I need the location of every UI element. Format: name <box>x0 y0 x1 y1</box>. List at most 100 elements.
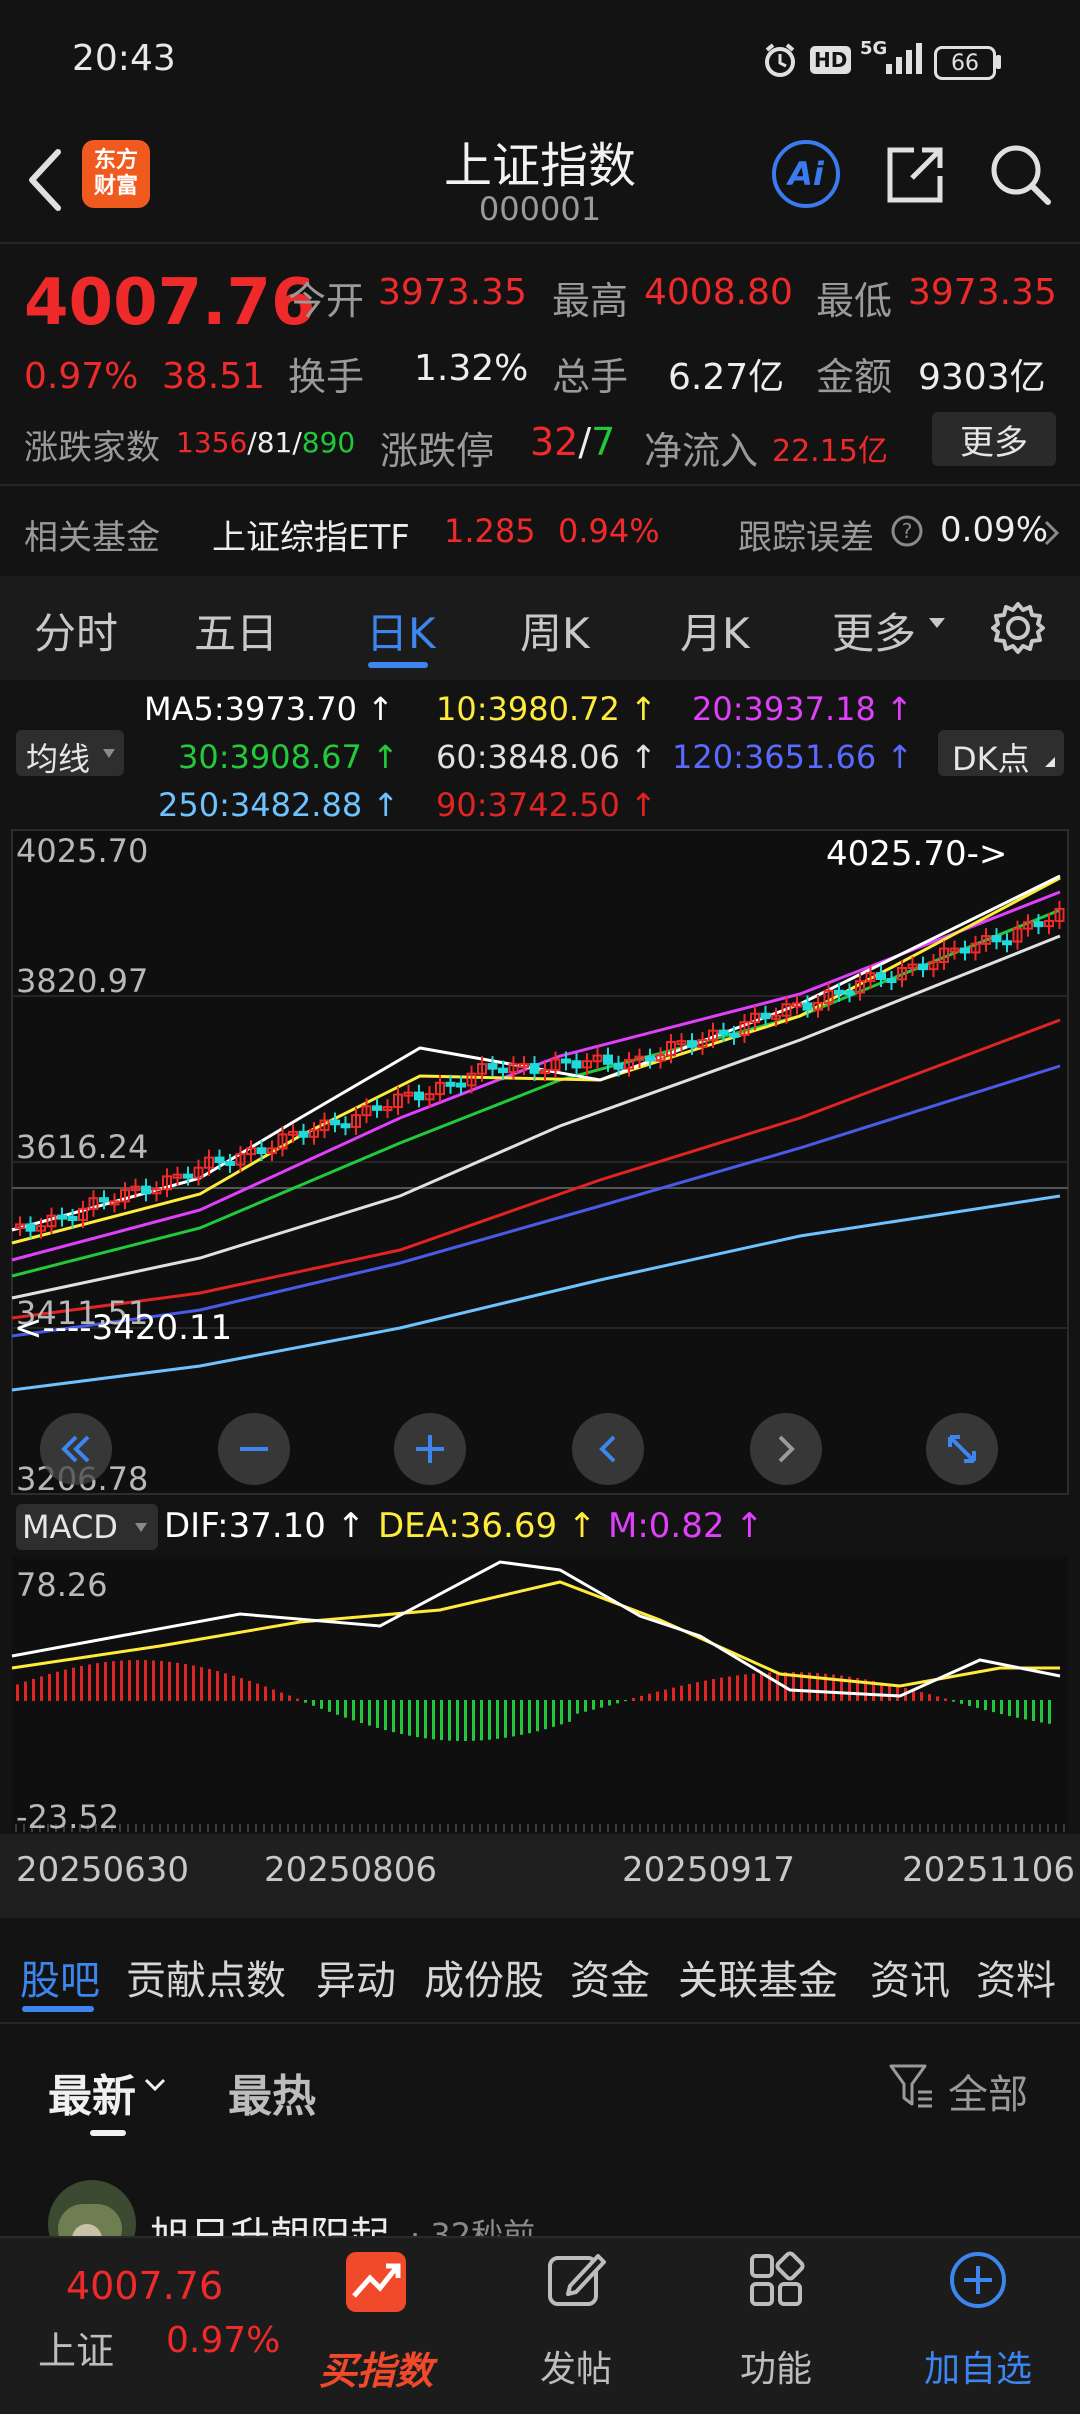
macd-bar <box>32 1678 35 1701</box>
macd-bar <box>512 1700 515 1737</box>
logo-text-2: 财富 <box>93 174 138 199</box>
macd-bar <box>80 1665 83 1701</box>
quote-panel: 4007.76 0.97% 38.51 今开 3973.35 最高 4008.8… <box>0 244 1080 484</box>
tab-movement[interactable]: 异动 <box>316 1948 396 2006</box>
candle-body <box>529 1063 540 1074</box>
ai-label: Ai <box>788 155 824 193</box>
candle-body <box>456 1082 466 1088</box>
candle-body <box>340 1123 351 1129</box>
tab-related-funds[interactable]: 关联基金 <box>678 1948 838 2006</box>
scroll-left-button[interactable] <box>572 1413 644 1485</box>
candle-body <box>802 1002 813 1011</box>
dk-point-label: DK点 <box>952 740 1030 778</box>
limit-up: 32 <box>530 420 579 464</box>
help-icon[interactable]: ? <box>890 514 924 548</box>
macd-chart[interactable] <box>0 1556 1080 1836</box>
settings-gear-icon[interactable] <box>990 600 1046 656</box>
macd-bar <box>200 1667 203 1701</box>
candle-body <box>487 1063 498 1070</box>
status-bar: 20:43 HD 5G 66 <box>0 0 1080 120</box>
breadth-label: 涨跌家数 <box>24 428 160 468</box>
zoom-out-button[interactable] <box>218 1413 290 1485</box>
tab-capital[interactable]: 资金 <box>570 1948 650 2006</box>
macd-bar <box>336 1700 339 1715</box>
index-quote-mini[interactable]: 4007.76 上证 0.97% <box>0 2240 290 2412</box>
macd-bar <box>120 1660 123 1701</box>
macd-bar <box>1032 1700 1035 1722</box>
ai-button[interactable]: Ai <box>772 140 840 208</box>
kline-chart[interactable] <box>0 828 1080 1498</box>
macd-bar <box>632 1698 635 1701</box>
macd-bar <box>96 1663 99 1701</box>
macd-bar <box>312 1700 315 1706</box>
dk-point-button[interactable]: DK点 <box>938 730 1064 778</box>
more-button[interactable]: 更多 <box>932 412 1056 466</box>
tab-more[interactable]: 更多 <box>832 600 916 661</box>
current-price: 4007.76 <box>24 266 316 340</box>
tab-contribution[interactable]: 贡献点数 <box>126 1948 286 2006</box>
fund-name[interactable]: 上证综指ETF <box>212 510 410 559</box>
macd-bar <box>88 1664 91 1701</box>
macd-dea-value: DEA:36.69 ↑ <box>378 1506 597 1546</box>
tab-constituents[interactable]: 成份股 <box>424 1948 544 2006</box>
alarm-icon <box>765 43 795 77</box>
macd-bar <box>568 1700 571 1722</box>
volume-value: 6.27亿 <box>668 357 785 398</box>
sort-latest[interactable]: 最新 <box>48 2060 136 2124</box>
candle-body <box>414 1091 424 1101</box>
macd-bar <box>1040 1700 1043 1723</box>
macd-bar <box>464 1700 467 1741</box>
filter-icon[interactable] <box>888 2062 934 2110</box>
macd-bar <box>288 1695 291 1701</box>
tab-intraday[interactable]: 分时 <box>34 600 118 661</box>
zoom-in-button[interactable] <box>394 1413 466 1485</box>
candle-body <box>918 963 928 971</box>
grid-icon <box>750 2251 805 2306</box>
nav-functions[interactable]: 功能 <box>676 2240 876 2412</box>
macd-bar <box>600 1700 603 1708</box>
breadth-up: 1356 <box>176 426 248 459</box>
candle-body <box>1002 940 1012 946</box>
fullscreen-button[interactable] <box>926 1413 998 1485</box>
tab-daily-k[interactable]: 日K <box>366 600 436 661</box>
scroll-right-button[interactable] <box>750 1413 822 1485</box>
macd-bar <box>736 1675 739 1701</box>
candle-body <box>687 1040 697 1048</box>
sort-indicator <box>90 2130 126 2136</box>
tab-profile[interactable]: 资料 <box>976 1948 1056 2006</box>
macd-bar <box>448 1700 451 1741</box>
back-icon[interactable] <box>22 146 66 214</box>
open-label: 今开 <box>288 279 365 323</box>
nav-add-watchlist[interactable]: 加自选 <box>878 2240 1078 2412</box>
macd-bar <box>648 1693 651 1701</box>
indicator-selector[interactable]: MACD <box>16 1504 158 1550</box>
macd-bar <box>320 1700 323 1709</box>
tab-news[interactable]: 资讯 <box>870 1948 950 2006</box>
ma-selector[interactable]: 均线 <box>16 730 124 778</box>
candle-body <box>645 1055 655 1062</box>
fund-price: 1.285 <box>444 512 536 550</box>
sort-hot[interactable]: 最热 <box>228 2060 316 2124</box>
nav-buy-index[interactable]: 买指数 <box>276 2240 476 2412</box>
macd-bar <box>968 1700 971 1706</box>
scroll-left-fast-button[interactable] <box>40 1413 112 1485</box>
nav-post[interactable]: 发帖 <box>476 2240 676 2412</box>
tab-forum[interactable]: 股吧 <box>20 1948 100 2006</box>
tab-monthly-k[interactable]: 月K <box>680 600 750 661</box>
macd-bar <box>576 1700 579 1714</box>
macd-bar <box>128 1660 131 1701</box>
tab-weekly-k[interactable]: 周K <box>520 600 590 661</box>
filter-all[interactable]: 全部 <box>948 2062 1028 2120</box>
page-title: 上证指数 <box>443 138 636 194</box>
macd-y-top: 78.26 <box>16 1566 108 1604</box>
tab-five-day[interactable]: 五日 <box>194 600 278 661</box>
chevron-left-icon <box>599 1435 616 1463</box>
macd-bar <box>752 1673 755 1701</box>
share-icon[interactable] <box>884 142 948 206</box>
macd-bar <box>712 1679 715 1701</box>
search-icon[interactable] <box>986 140 1054 208</box>
breadth-values: 1356/81/890 <box>176 426 356 459</box>
macd-y-bottom: -23.52 <box>16 1798 120 1836</box>
ma250-value: 250:3482.88 ↑ <box>158 786 400 824</box>
related-fund-row[interactable]: 相关基金 上证综指ETF 1.285 0.94% 跟踪误差 ? 0.09% <box>0 486 1080 576</box>
